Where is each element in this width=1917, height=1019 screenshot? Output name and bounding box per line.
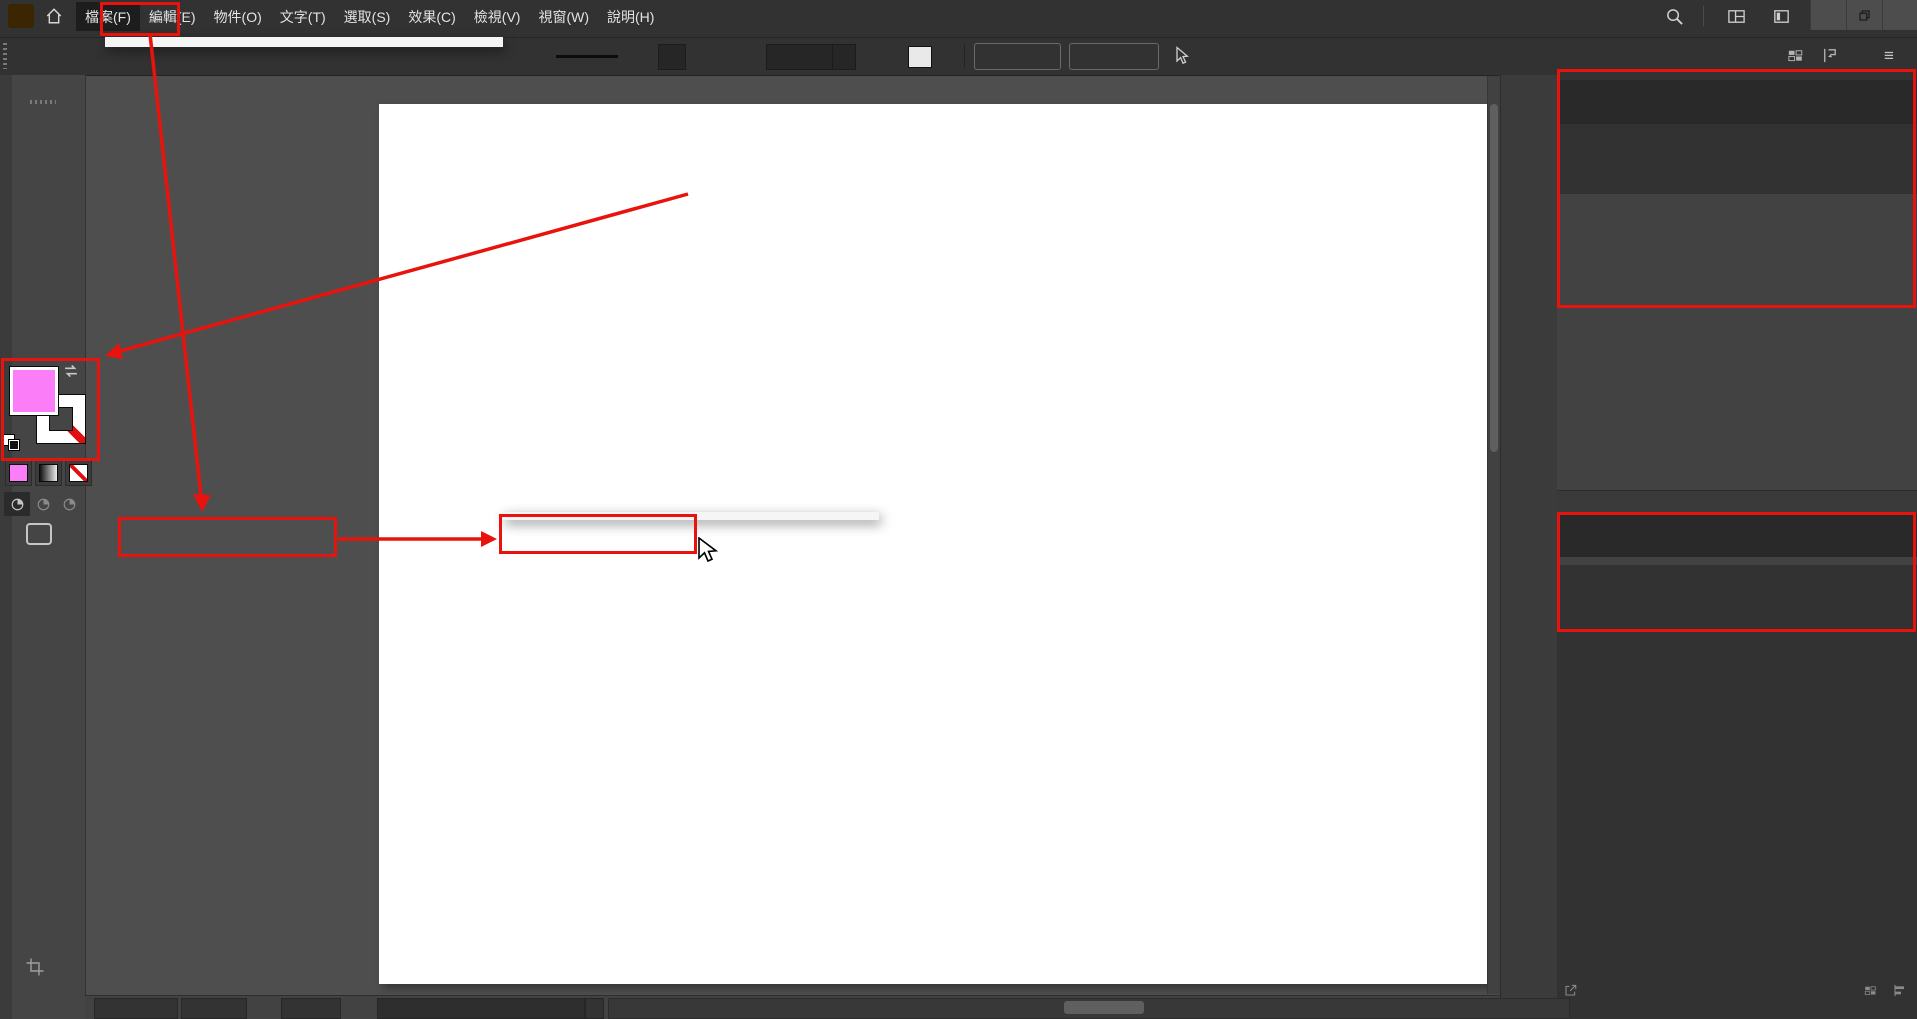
zoom-level-dropdown[interactable] xyxy=(94,998,178,1019)
draw-behind-mode[interactable] xyxy=(30,492,56,516)
artboard-navigation xyxy=(248,998,258,1017)
scroll-thumb[interactable] xyxy=(1064,1001,1144,1014)
document-arrange-icon[interactable] xyxy=(1772,7,1791,26)
menu-item[interactable]: 效果(C) xyxy=(399,2,464,31)
artboard[interactable] xyxy=(379,104,1497,984)
bar-menu-icon[interactable]: ≡ xyxy=(1884,46,1894,66)
menu-bar: 檔案(F) 編輯(E) 物件(O) 文字(T) 選取(S) xyxy=(0,0,1917,38)
artboard-number-dropdown[interactable] xyxy=(281,998,341,1019)
search-icon[interactable] xyxy=(1665,7,1684,26)
artboard-navigation xyxy=(343,998,353,1017)
pixel-grid-icon[interactable] xyxy=(1786,46,1805,65)
grid-icon xyxy=(1863,983,1878,998)
panel-dock xyxy=(1500,75,1559,1019)
menu-item[interactable]: 物件(O) xyxy=(205,2,271,31)
file-menu-dropdown xyxy=(105,37,503,47)
status-menu-arrow[interactable] xyxy=(585,998,604,1019)
menu-item[interactable]: 視窗(W) xyxy=(529,2,598,31)
close-button[interactable] xyxy=(1882,0,1917,30)
draw-inside-mode[interactable] xyxy=(56,492,82,516)
annotation-box-export xyxy=(118,517,337,557)
menu-item[interactable]: 文字(T) xyxy=(271,2,335,31)
dock-edge xyxy=(0,75,12,1019)
drag-handle[interactable] xyxy=(30,100,56,104)
opacity-stepper[interactable] xyxy=(832,44,856,70)
panel-bottom-icons[interactable] xyxy=(1863,983,1907,998)
swap-fill-stroke-icon[interactable] xyxy=(62,362,80,380)
minimize-button[interactable] xyxy=(1810,0,1846,30)
illustrator-window: 檔案(F) 編輯(E) 物件(O) 文字(T) 選取(S) xyxy=(0,0,1917,1019)
menu-item[interactable]: 檢視(V) xyxy=(465,2,530,31)
gradient-button[interactable] xyxy=(35,460,62,486)
rotation-dropdown[interactable] xyxy=(181,998,247,1019)
list-icon xyxy=(1892,983,1907,998)
menu-item[interactable]: 檔案(F) xyxy=(76,2,140,31)
opacity-input[interactable] xyxy=(766,44,840,70)
draw-normal-mode[interactable] xyxy=(4,492,30,516)
document-setup-button[interactable] xyxy=(974,43,1061,70)
restore-button[interactable] xyxy=(1846,0,1882,30)
status-bar xyxy=(85,995,1500,1019)
drag-handle[interactable] xyxy=(3,43,7,69)
horizontal-scrollbar[interactable] xyxy=(608,998,1570,1019)
scroll-thumb[interactable] xyxy=(1490,104,1498,452)
default-fill-stroke-icon[interactable] xyxy=(3,434,21,452)
divider xyxy=(964,44,965,68)
menu-item[interactable]: 編輯(E) xyxy=(140,2,205,31)
divider xyxy=(1703,6,1704,26)
fill-color-swatch[interactable] xyxy=(9,366,59,416)
menu-item[interactable]: 選取(S) xyxy=(335,2,400,31)
illustrator-logo[interactable] xyxy=(8,4,34,28)
stroke-preview xyxy=(556,55,618,58)
select-similar-icon[interactable] xyxy=(1171,46,1191,66)
export-submenu xyxy=(503,512,879,520)
home-icon[interactable] xyxy=(45,7,63,25)
color-button[interactable] xyxy=(5,460,32,486)
none-button[interactable] xyxy=(65,460,92,486)
panel-area xyxy=(1557,75,1917,1019)
tools-panel xyxy=(0,75,86,1019)
snap-options-icon[interactable] xyxy=(1820,46,1839,65)
artboard-nav-icon[interactable] xyxy=(25,957,45,977)
screen-mode-button[interactable] xyxy=(26,523,52,545)
workspace-layout-icon[interactable] xyxy=(1727,7,1746,26)
stroke-preset-dropdown[interactable] xyxy=(658,44,686,70)
resize-icon xyxy=(1563,983,1578,998)
menu-item[interactable]: 說明(H) xyxy=(598,2,663,31)
vertical-scrollbar[interactable] xyxy=(1487,76,1500,994)
status-display[interactable] xyxy=(377,998,585,1019)
style-swatch[interactable] xyxy=(908,46,932,68)
preferences-button[interactable] xyxy=(1069,43,1159,70)
panel-bottom-icons[interactable] xyxy=(1563,983,1578,998)
fill-stroke-control xyxy=(0,358,85,458)
